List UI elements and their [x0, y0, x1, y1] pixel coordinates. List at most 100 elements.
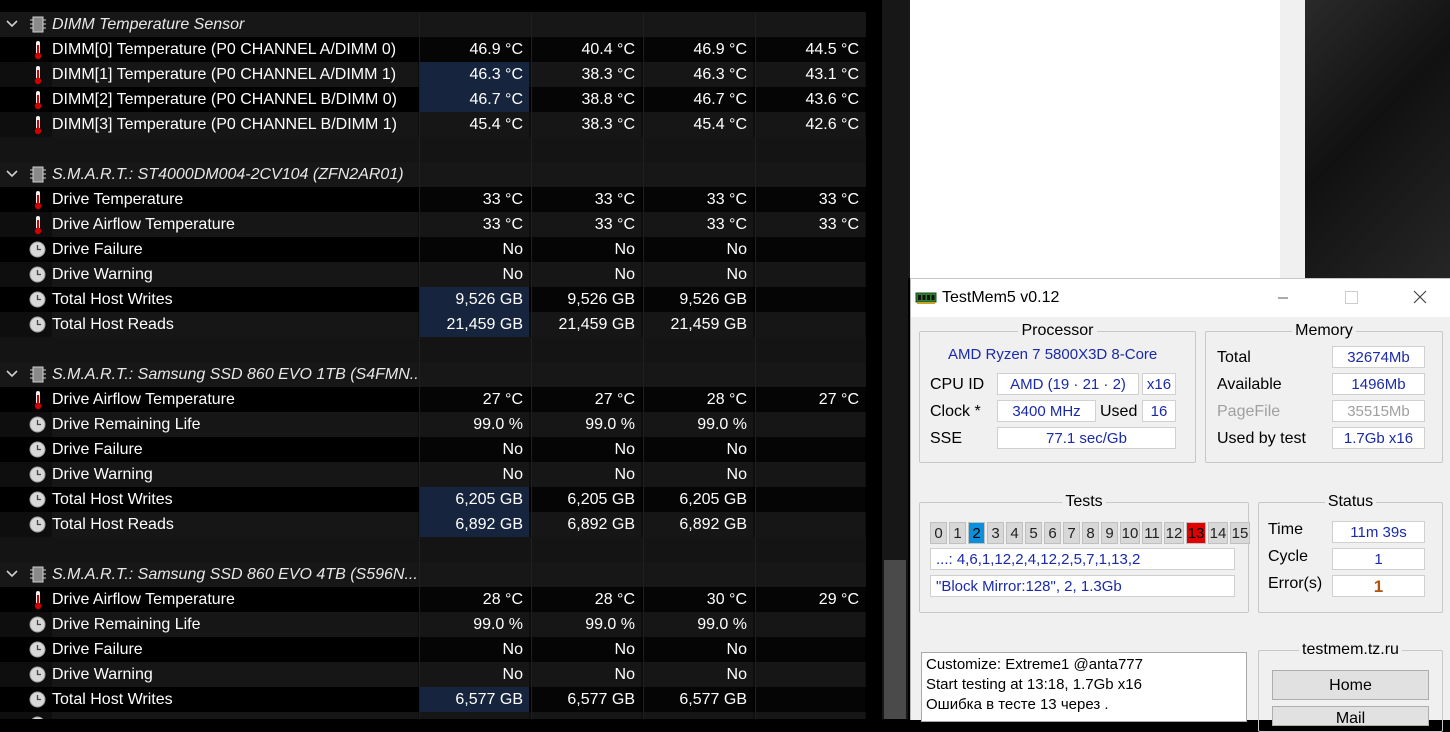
sensor-row[interactable]: Drive Airflow Temperature 28 °C 28 °C 30 °C… — [0, 587, 866, 612]
average-value — [755, 162, 865, 187]
chip-icon — [30, 566, 46, 583]
home-button[interactable]: Home — [1272, 670, 1429, 700]
sensor-label: Drive Warning — [52, 462, 418, 487]
sensor-row[interactable]: Drive Airflow Temperature 33 °C 33 °C 33 °C… — [0, 212, 866, 237]
maximize-button[interactable] — [1328, 279, 1374, 317]
used-by-test-label: Used by test — [1217, 430, 1306, 447]
sensor-row[interactable]: Drive Warning No No No — [0, 262, 866, 287]
title-bar[interactable]: TestMem5 v0.12 — [911, 279, 1450, 317]
current-value: No — [419, 237, 529, 262]
maximum-value — [643, 137, 753, 162]
minimize-button[interactable] — [1260, 279, 1306, 317]
thermometer-icon — [34, 216, 42, 235]
minimum-value: No — [531, 462, 641, 487]
sensor-row[interactable]: Drive Failure No No No — [0, 437, 866, 462]
current-value: 45.4 °C — [419, 112, 529, 137]
minimum-value: 21,459 GB — [531, 312, 641, 337]
sensor-row[interactable]: Total Host Writes 6,577 GB 6,577 GB 6,577 G… — [0, 687, 866, 712]
sensor-row[interactable] — [0, 337, 866, 362]
test-number: 1 — [949, 522, 966, 544]
minimum-value: 40.4 °C — [531, 37, 641, 62]
sensor-row[interactable]: Drive Failure No No No — [0, 237, 866, 262]
sensor-row[interactable]: Drive Temperature 33 °C 33 °C 33 °C 33 °C — [0, 187, 866, 212]
test-number: 4 — [1006, 522, 1023, 544]
sensor-row[interactable]: Drive Warning No No No — [0, 462, 866, 487]
sensor-row[interactable]: DIMM[3] Temperature (P0 CHANNEL B/DIMM 1… — [0, 112, 866, 137]
sensor-row[interactable]: Total Host Writes 9,526 GB 9,526 GB 9,526 G… — [0, 287, 866, 312]
sensor-label: DIMM[0] Temperature (P0 CHANNEL A/DIMM 0… — [52, 41, 397, 58]
chevron-down-icon[interactable] — [4, 366, 20, 382]
minimum-value: 28 °C — [531, 587, 641, 612]
current-value — [419, 537, 529, 562]
window-title: TestMem5 v0.12 — [942, 289, 1060, 306]
time-label: Time — [1268, 521, 1303, 538]
sensor-group-row[interactable]: S.M.A.R.T.: ST4000DM004-2CV104 (ZFN2AR01… — [0, 162, 866, 187]
chevron-down-icon[interactable] — [4, 566, 20, 582]
sensor-group-row[interactable]: DIMM Temperature Sensor — [0, 12, 866, 37]
sensor-row[interactable] — [0, 712, 866, 719]
average-value — [755, 412, 865, 437]
sensor-row[interactable]: Drive Remaining Life 99.0 % 99.0 % 99.0 % — [0, 612, 866, 637]
clock-icon — [29, 616, 46, 633]
sensor-row[interactable]: DIMM[1] Temperature (P0 CHANNEL A/DIMM 1… — [0, 62, 866, 87]
scrollbar-thumb[interactable] — [884, 560, 906, 719]
sensor-scrollbar[interactable] — [882, 0, 908, 719]
sensor-row[interactable]: DIMM[2] Temperature (P0 CHANNEL B/DIMM 0… — [0, 87, 866, 112]
mail-button[interactable]: Mail — [1272, 706, 1429, 727]
close-icon — [1413, 290, 1427, 304]
sensor-row[interactable]: Total Host Writes 6,205 GB 6,205 GB 6,205 G… — [0, 487, 866, 512]
sensor-row[interactable]: Drive Warning No No No — [0, 662, 866, 687]
sensor-row[interactable]: Drive Airflow Temperature 27 °C 27 °C 28 °C… — [0, 387, 866, 412]
background-window-edge — [1280, 0, 1305, 278]
sensor-group-row[interactable]: S.M.A.R.T.: Samsung SSD 860 EVO 1TB (S4F… — [0, 362, 866, 387]
chevron-down-icon[interactable] — [4, 166, 20, 182]
current-value — [419, 562, 529, 587]
minimum-value — [531, 362, 641, 387]
sensor-label — [52, 537, 418, 562]
maximum-value — [643, 162, 753, 187]
minimum-value: 99.0 % — [531, 612, 641, 637]
current-value: 6,577 GB — [419, 687, 529, 712]
thermometer-icon — [34, 591, 42, 610]
maximum-value: 99.0 % — [643, 612, 753, 637]
log-line: Ошибка в тесте 13 через . — [926, 696, 1109, 713]
clock-icon — [29, 466, 46, 483]
clock-icon — [29, 691, 46, 708]
sensor-label: Drive Failure — [52, 241, 143, 258]
current-value — [419, 712, 529, 719]
average-value — [755, 237, 865, 262]
chevron-down-icon[interactable] — [4, 16, 20, 32]
maximum-value: 45.4 °C — [643, 112, 753, 137]
clock-icon — [29, 241, 46, 258]
total-label: Total — [1217, 349, 1251, 366]
maximum-value: No — [643, 462, 753, 487]
test-number: 10 — [1120, 522, 1140, 544]
sensor-label: Drive Warning — [52, 262, 418, 287]
sensor-row[interactable]: Drive Remaining Life 99.0 % 99.0 % 99.0 % — [0, 412, 866, 437]
sensor-row[interactable]: DIMM[0] Temperature (P0 CHANNEL A/DIMM 0… — [0, 37, 866, 62]
average-value — [755, 137, 865, 162]
log-textbox[interactable]: Customize: Extreme1 @anta777 Start testi… — [921, 652, 1247, 722]
thermometer-icon — [34, 41, 42, 60]
average-value: 42.6 °C — [755, 112, 865, 137]
average-value: 27 °C — [755, 387, 865, 412]
sensor-row[interactable]: Total Host Reads 21,459 GB 21,459 GB 21,459… — [0, 312, 866, 337]
sensor-group-label: S.M.A.R.T.: Samsung SSD 860 EVO 4TB (S59… — [52, 566, 418, 583]
site-link-text[interactable]: testmem.tz.ru — [1299, 641, 1402, 658]
sensor-row[interactable]: Total Host Reads 6,892 GB 6,892 GB 6,892 GB — [0, 512, 866, 537]
sensor-row[interactable] — [0, 537, 866, 562]
minimum-value: 9,526 GB — [531, 287, 641, 312]
maximum-value — [643, 712, 753, 719]
average-value — [755, 612, 865, 637]
close-button[interactable] — [1397, 279, 1443, 317]
status-heading: Status — [1324, 493, 1377, 510]
current-value: 99.0 % — [419, 412, 529, 437]
minimum-value: No — [531, 237, 641, 262]
sensor-group-row[interactable]: S.M.A.R.T.: Samsung SSD 860 EVO 4TB (S59… — [0, 562, 866, 587]
clock-icon — [29, 516, 46, 533]
sensor-row[interactable]: Drive Failure No No No — [0, 637, 866, 662]
maximize-icon — [1345, 291, 1358, 304]
clock-icon — [29, 266, 46, 283]
sensor-row[interactable] — [0, 137, 866, 162]
sensor-label: DIMM[2] Temperature (P0 CHANNEL B/DIMM 0… — [52, 91, 397, 108]
